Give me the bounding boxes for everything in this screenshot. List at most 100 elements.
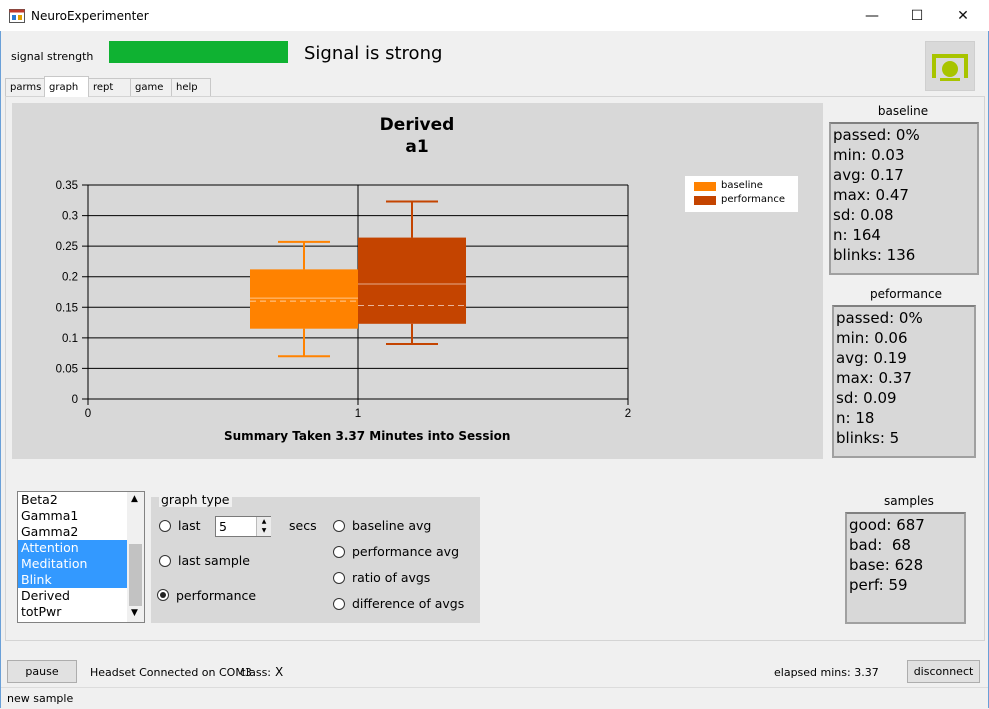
radio-baseline-avg-label: baseline avg (352, 518, 432, 533)
baseline-stat-line: passed: 0% (833, 126, 920, 144)
close-button[interactable]: ✕ (940, 0, 986, 31)
stepper-down-icon[interactable]: ▼ (257, 526, 271, 535)
performance-box (358, 237, 466, 324)
y-tick-label: 0.05 (56, 363, 78, 375)
status-strip: new sample (1, 687, 988, 709)
performance-stat-line: passed: 0% (836, 309, 923, 327)
performance-stats-box: passed: 0% min: 0.06 avg: 0.19 max: 0.37 sd:… (832, 305, 976, 458)
scroll-down-icon[interactable]: ▼ (131, 608, 138, 618)
baseline-stat-line: blinks: 136 (833, 246, 916, 264)
channel-list-item[interactable]: Attention (18, 540, 128, 556)
tab-rept[interactable]: rept (88, 78, 131, 96)
radio-difference-of-avgs[interactable] (333, 598, 345, 610)
channel-list-item[interactable]: Beta2 (18, 492, 128, 508)
x-axis-label: Summary Taken 3.37 Minutes into Session (224, 429, 511, 443)
radio-baseline-avg[interactable] (333, 520, 345, 532)
minimize-button[interactable]: — (849, 0, 895, 31)
elapsed-minutes: elapsed mins: 3.37 (774, 666, 879, 679)
class-label: class: (240, 666, 272, 679)
signal-status-text: Signal is strong (304, 43, 443, 64)
samples-stat-line: bad: 68 (849, 536, 911, 554)
channel-list-item[interactable]: Blink (18, 572, 128, 588)
samples-stats-box: good: 687 bad: 68 base: 628 perf: 59 (845, 512, 966, 624)
tab-help[interactable]: help (171, 78, 211, 96)
pause-button[interactable]: pause (7, 660, 77, 683)
samples-stat-line: base: 628 (849, 556, 924, 574)
signal-strength-bar (109, 41, 288, 63)
tab-label: help (176, 82, 198, 93)
radio-performance[interactable] (157, 589, 169, 601)
tab-label: game (135, 82, 164, 93)
y-tick-label: 0.35 (56, 180, 78, 192)
radio-performance-avg-label: performance avg (352, 544, 460, 559)
scrollbar-thumb[interactable] (129, 544, 142, 606)
tab-game[interactable]: game (130, 78, 172, 96)
baseline-stat-line: avg: 0.17 (833, 166, 904, 184)
y-tick-label: 0 (72, 394, 78, 406)
connection-status: Headset Connected on COM3 (90, 666, 252, 679)
window-title: NeuroExperimenter (31, 9, 149, 23)
performance-stat-line: n: 18 (836, 409, 875, 427)
baseline-group-title: baseline (877, 104, 929, 118)
performance-stat-line: avg: 0.19 (836, 349, 907, 367)
listbox-scrollbar[interactable]: ▲ ▼ (127, 492, 144, 622)
radio-performance-label: performance (176, 588, 257, 603)
radio-ratio-of-avgs[interactable] (333, 572, 345, 584)
maximize-icon: ☐ (910, 7, 924, 24)
channel-listbox[interactable]: Beta2 Gamma1 Gamma2 Attention Meditation Blin… (17, 491, 145, 623)
last-seconds-stepper[interactable]: 5 ▲ ▼ (215, 516, 271, 537)
radio-last-sample-label: last sample (178, 553, 250, 568)
samples-stat-line: perf: 59 (849, 576, 908, 594)
close-icon: ✕ (957, 7, 969, 24)
headset-button[interactable] (925, 41, 975, 91)
signal-strength-label: signal strength (11, 50, 94, 63)
radio-last-sample[interactable] (159, 555, 171, 567)
performance-group-title: peformance (870, 287, 942, 301)
baseline-stat-line: max: 0.47 (833, 186, 909, 204)
radio-performance-avg[interactable] (333, 546, 345, 558)
tab-graph[interactable]: graph (44, 76, 89, 97)
channel-list-item[interactable]: Derived (18, 588, 128, 604)
scroll-up-icon[interactable]: ▲ (131, 494, 138, 504)
secs-label: secs (289, 518, 317, 533)
minimize-icon: — (865, 7, 879, 24)
baseline-box (250, 269, 358, 329)
legend-label-baseline: baseline (721, 180, 763, 191)
chart-panel: Derived a1 0 0.05 0.1 0.15 0.2 0.25 0.3 0.35 0 1 2… (12, 103, 823, 459)
tab-label: parms (10, 82, 42, 93)
graph-type-title: graph type (159, 492, 232, 507)
channel-list-item[interactable]: Gamma2 (18, 524, 128, 540)
stepper-up-icon[interactable]: ▲ (257, 517, 271, 526)
performance-stat-line: max: 0.37 (836, 369, 912, 387)
graph-type-group: graph type last 5 ▲ ▼ secs last sample p… (151, 491, 480, 623)
tab-parms[interactable]: parms (5, 78, 45, 96)
samples-group-title: samples (884, 494, 934, 508)
chart-legend: baseline performance (685, 176, 798, 212)
y-tick-label: 0.2 (62, 272, 78, 284)
baseline-stats-box: passed: 0% min: 0.03 avg: 0.17 max: 0.47 sd:… (829, 122, 979, 275)
class-value: X (275, 665, 284, 679)
y-tick-label: 0.3 (62, 211, 78, 223)
tab-label: graph (49, 81, 79, 93)
y-tick-label: 0.15 (56, 302, 78, 314)
stepper-arrows[interactable]: ▲ ▼ (256, 517, 271, 536)
radio-difference-of-avgs-label: difference of avgs (352, 596, 465, 611)
headset-icon (932, 54, 968, 81)
boxplot-chart: 0 0.05 0.1 0.15 0.2 0.25 0.3 0.35 0 1 2 (56, 180, 632, 420)
disconnect-button[interactable]: disconnect (907, 660, 980, 683)
radio-ratio-of-avgs-label: ratio of avgs (352, 570, 431, 585)
maximize-button[interactable]: ☐ (894, 0, 940, 31)
samples-stat-line: good: 687 (849, 516, 925, 534)
title-bar: NeuroExperimenter — ☐ ✕ (0, 0, 989, 32)
new-sample-label[interactable]: new sample (7, 692, 73, 705)
radio-last[interactable] (159, 520, 171, 532)
performance-stat-line: sd: 0.09 (836, 389, 897, 407)
x-tick-label: 1 (355, 408, 361, 420)
legend-swatch-performance (694, 196, 716, 205)
channel-list-item[interactable]: totPwr (18, 604, 128, 620)
channel-list-item[interactable]: Meditation (18, 556, 128, 572)
x-tick-label: 2 (625, 408, 631, 420)
tab-label: rept (93, 82, 114, 93)
legend-label-performance: performance (721, 194, 786, 205)
channel-list-item[interactable]: Gamma1 (18, 508, 128, 524)
